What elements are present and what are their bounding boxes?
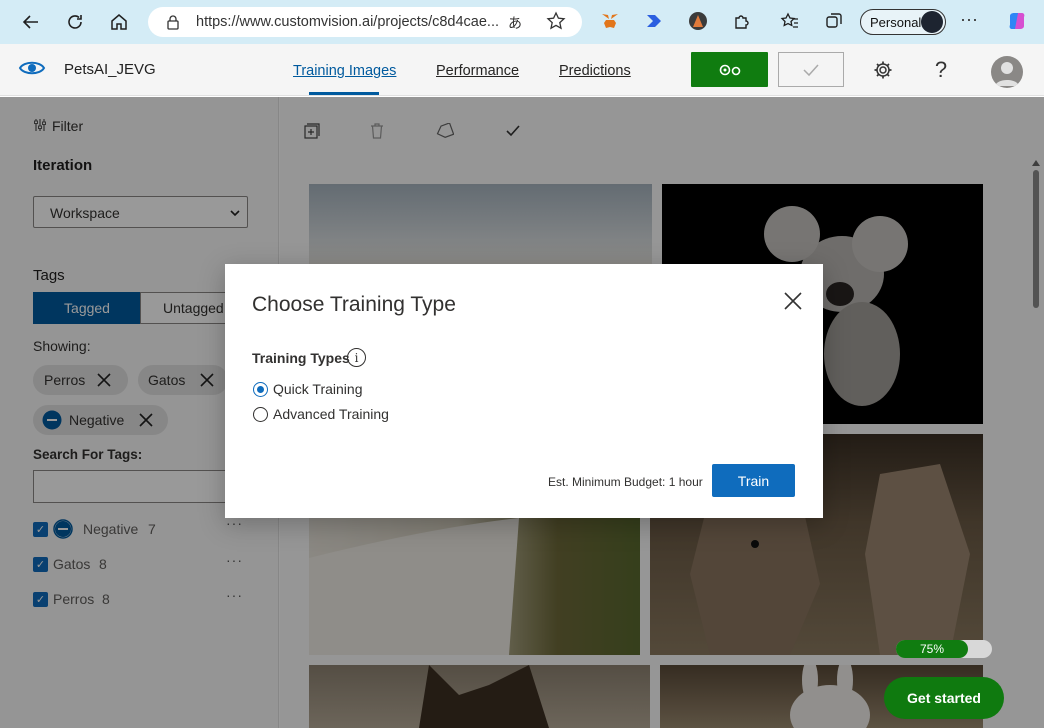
extension-arrow-icon[interactable] xyxy=(644,11,664,31)
read-aloud-icon[interactable]: あ xyxy=(508,13,522,33)
budget-text: Est. Minimum Budget: 1 hour xyxy=(548,475,703,489)
dialog-title: Choose Training Type xyxy=(252,293,456,316)
home-icon[interactable] xyxy=(105,8,133,36)
active-tab-underline xyxy=(309,92,379,95)
metamask-fox-icon[interactable] xyxy=(600,11,620,31)
close-icon[interactable] xyxy=(781,289,805,313)
quick-test-button[interactable] xyxy=(778,52,844,87)
profile-label: Personal xyxy=(870,15,922,30)
url-text: https://www.customvision.ai/projects/c8d… xyxy=(196,14,500,30)
tab-predictions[interactable]: Predictions xyxy=(559,63,631,79)
help-question-icon[interactable]: ? xyxy=(929,57,953,82)
quick-training-label[interactable]: Quick Training xyxy=(273,381,362,397)
refresh-icon[interactable] xyxy=(61,8,89,36)
favorites-icon[interactable] xyxy=(780,11,800,31)
training-type-dialog: Choose Training Type Training Types i Qu… xyxy=(225,264,823,518)
extension-circle-icon[interactable] xyxy=(688,11,708,31)
user-avatar[interactable] xyxy=(991,56,1023,88)
favorite-star-icon[interactable] xyxy=(546,11,566,36)
get-started-button[interactable]: Get started xyxy=(884,677,1004,719)
profile-button[interactable]: Personal xyxy=(860,9,946,35)
lock-icon[interactable] xyxy=(166,14,180,35)
info-icon[interactable]: i xyxy=(347,348,366,367)
training-types-label: Training Types xyxy=(252,350,350,366)
browser-toolbar: https://www.customvision.ai/projects/c8d… xyxy=(0,0,1044,44)
progress-label: 75% xyxy=(919,642,945,656)
extensions-puzzle-icon[interactable] xyxy=(732,11,752,31)
gears-icon xyxy=(719,64,740,75)
collections-icon[interactable] xyxy=(824,11,844,31)
eye-logo-icon[interactable] xyxy=(18,58,46,83)
radio-quick-training[interactable] xyxy=(253,382,268,397)
address-bar[interactable]: https://www.customvision.ai/projects/c8d… xyxy=(148,7,582,37)
project-name: PetsAI_JEVG xyxy=(64,61,156,78)
train-button[interactable] xyxy=(691,52,768,87)
radio-advanced-training[interactable] xyxy=(253,407,268,422)
dialog-train-button[interactable]: Train xyxy=(712,464,795,497)
advanced-training-label[interactable]: Advanced Training xyxy=(273,406,389,422)
back-icon[interactable] xyxy=(17,8,45,36)
app-header: PetsAI_JEVG Training Images Performance … xyxy=(0,44,1044,96)
more-menu-icon[interactable]: ··· xyxy=(960,9,980,29)
settings-gear-icon[interactable] xyxy=(871,58,895,82)
copilot-icon[interactable] xyxy=(1006,10,1026,30)
profile-avatar xyxy=(921,11,943,33)
tab-training-images[interactable]: Training Images xyxy=(293,63,396,79)
tab-performance[interactable]: Performance xyxy=(436,63,519,79)
checkmark-icon xyxy=(803,63,819,76)
